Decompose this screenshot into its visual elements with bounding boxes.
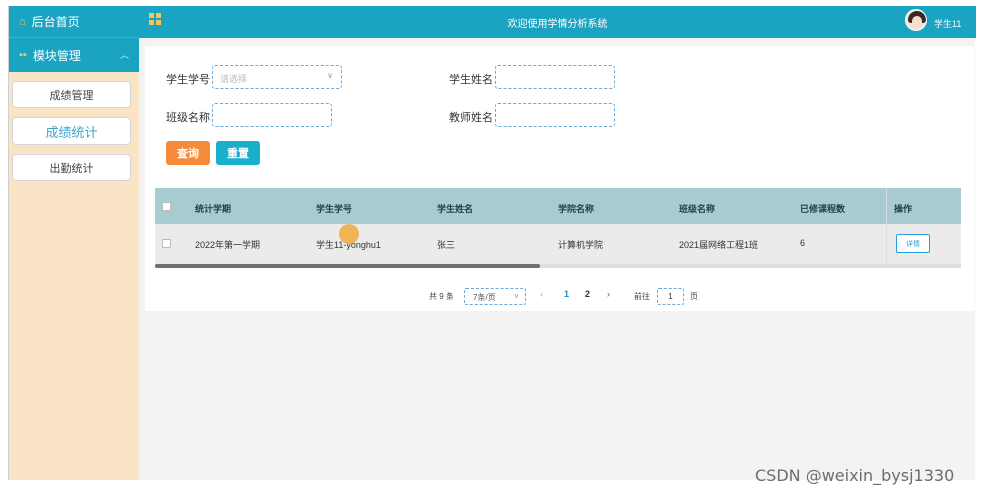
cell-college: 计算机学院 bbox=[558, 240, 604, 250]
student-name-label: 学生姓名 bbox=[449, 74, 493, 86]
next-page-button[interactable]: › bbox=[607, 289, 610, 299]
column-header[interactable]: 班级名称 bbox=[679, 202, 715, 215]
watermark: CSDN @weixin_bysj1330 bbox=[755, 466, 955, 485]
chevron-down-icon: ∨ bbox=[327, 71, 333, 80]
goto-label: 前往 bbox=[634, 292, 650, 301]
goto-page-input[interactable]: 1 bbox=[657, 288, 684, 305]
sidebar-item-label: 成绩管理 bbox=[49, 89, 94, 102]
student-no-select[interactable]: 请选择 ∨ bbox=[212, 65, 342, 89]
cell-class-name: 2021届网络工程1班 bbox=[679, 240, 759, 250]
topbar: 欢迎使用学情分析系统 学生11 bbox=[139, 6, 976, 38]
student-no-label: 学生学号 bbox=[166, 74, 210, 86]
avatar[interactable] bbox=[905, 9, 927, 31]
total-count: 共 9 条 bbox=[429, 292, 454, 301]
sidebar-group-module[interactable]: ▪▪ 模块管理 ︿ bbox=[9, 38, 139, 72]
query-button[interactable]: 查询 bbox=[166, 141, 210, 165]
table-header: 统计学期 学生学号 学生姓名 学院名称 班级名称 已修课程数 操作 bbox=[155, 188, 961, 224]
column-header[interactable]: 学生姓名 bbox=[437, 202, 473, 215]
app-frame: ⌂ 后台首页 ▪▪ 模块管理 ︿ 成绩管理 成绩统计 出勤统计 欢迎使用学情分析… bbox=[8, 6, 976, 480]
page-1-button[interactable]: 1 bbox=[564, 289, 569, 299]
sidebar-item-score-manage[interactable]: 成绩管理 bbox=[12, 81, 131, 108]
home-icon: ⌂ bbox=[19, 15, 26, 28]
student-no-placeholder: 请选择 bbox=[220, 74, 248, 84]
row-checkbox[interactable] bbox=[162, 239, 171, 248]
system-title: 欢迎使用学情分析系统 bbox=[507, 19, 608, 30]
sidebar-item-score-stats[interactable]: 成绩统计 bbox=[12, 117, 131, 145]
student-name-input[interactable] bbox=[495, 65, 615, 89]
select-all-checkbox[interactable] bbox=[162, 202, 171, 211]
sidebar-item-home[interactable]: ⌂ 后台首页 bbox=[9, 6, 139, 38]
column-header[interactable]: 学生学号 bbox=[316, 202, 352, 215]
reset-button[interactable]: 重置 bbox=[216, 141, 260, 165]
cell-term: 2022年第一学期 bbox=[195, 240, 261, 250]
user-name[interactable]: 学生11 bbox=[934, 17, 961, 30]
page-unit-label: 页 bbox=[690, 292, 698, 301]
column-header[interactable]: 学院名称 bbox=[558, 202, 594, 215]
main-panel: 学生学号 请选择 ∨ 学生姓名 班级名称 教师姓名 查询 重置 统计学期 学生学… bbox=[145, 46, 974, 311]
page-2-button[interactable]: 2 bbox=[585, 289, 590, 299]
sidebar-item-home-label: 后台首页 bbox=[31, 15, 80, 29]
column-header[interactable]: 已修课程数 bbox=[800, 202, 845, 215]
teacher-name-label: 教师姓名 bbox=[449, 112, 493, 124]
prev-page-button[interactable]: ‹ bbox=[540, 289, 543, 299]
horizontal-scrollbar[interactable] bbox=[155, 264, 961, 268]
grid-icon: ▪▪ bbox=[19, 49, 27, 61]
teacher-name-input[interactable] bbox=[495, 103, 615, 127]
sidebar: ⌂ 后台首页 ▪▪ 模块管理 ︿ 成绩管理 成绩统计 出勤统计 bbox=[9, 6, 139, 480]
cell-student-name: 张三 bbox=[437, 240, 456, 250]
sidebar-item-attendance-stats[interactable]: 出勤统计 bbox=[12, 154, 131, 181]
page-size-value: 7条/页 bbox=[473, 293, 496, 302]
scrollbar-thumb[interactable] bbox=[155, 264, 540, 268]
chevron-down-icon: ∨ bbox=[513, 293, 519, 300]
sidebar-item-label: 出勤统计 bbox=[49, 162, 94, 175]
class-name-label: 班级名称 bbox=[166, 112, 210, 124]
column-header[interactable]: 统计学期 bbox=[195, 202, 231, 215]
cell-courses: 6 bbox=[800, 238, 806, 248]
sidebar-group-module-label: 模块管理 bbox=[32, 48, 81, 63]
cursor-highlight bbox=[339, 224, 359, 244]
page-size-select[interactable]: 7条/页 ∨ bbox=[464, 288, 526, 305]
detail-button[interactable]: 详情 bbox=[896, 234, 930, 253]
chevron-up-icon: ︿ bbox=[119, 50, 129, 60]
sidebar-item-label: 成绩统计 bbox=[45, 124, 98, 140]
column-header: 操作 bbox=[894, 204, 913, 214]
stats-table: 统计学期 学生学号 学生姓名 学院名称 班级名称 已修课程数 操作 2022年第… bbox=[155, 188, 961, 268]
class-name-input[interactable] bbox=[212, 103, 332, 127]
table-row[interactable]: 2022年第一学期 学生11-yonghu1 张三 计算机学院 2021届网络工… bbox=[155, 224, 961, 264]
